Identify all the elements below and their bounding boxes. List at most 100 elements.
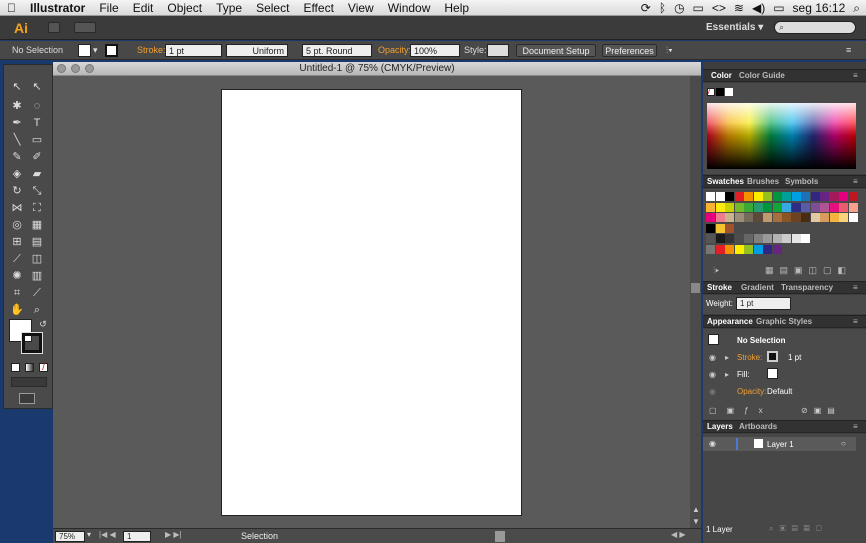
zoom-field[interactable]: 75%: [55, 531, 85, 542]
panel-menu-icon[interactable]: ≡: [853, 283, 858, 292]
pen-tool-icon[interactable]: ✒: [10, 117, 24, 130]
color-swatch[interactable]: [763, 213, 772, 222]
color-swatch[interactable]: [772, 213, 782, 222]
visibility-eye-icon[interactable]: ◉: [709, 370, 716, 379]
target-icon[interactable]: ○: [841, 439, 846, 448]
tab-appearance[interactable]: Appearance: [707, 317, 753, 326]
symbol-sprayer-icon[interactable]: ✺: [10, 270, 24, 283]
menu-effect[interactable]: Effect: [296, 1, 340, 15]
color-swatch[interactable]: [715, 223, 725, 233]
blend-tool-icon[interactable]: ◫: [30, 253, 44, 266]
free-transform-icon[interactable]: ⛶: [30, 202, 44, 215]
color-swatch[interactable]: [734, 234, 744, 243]
color-swatch[interactable]: [782, 202, 791, 212]
color-swatch[interactable]: [753, 213, 763, 222]
scroll-thumb[interactable]: [691, 283, 700, 293]
color-swatch[interactable]: [715, 244, 725, 254]
color-swatch[interactable]: [839, 213, 848, 222]
menu-type[interactable]: Type: [209, 1, 249, 15]
type-tool-icon[interactable]: T: [30, 117, 44, 130]
appearance-opacity-label[interactable]: Opacity:: [737, 387, 766, 396]
tab-swatches[interactable]: Swatches: [707, 177, 744, 186]
color-swatch[interactable]: [706, 192, 715, 201]
lasso-icon[interactable]: ◌: [30, 100, 44, 113]
spotlight-icon[interactable]: ⌕: [853, 1, 860, 16]
white-swatch[interactable]: [725, 88, 733, 96]
paintbrush-icon[interactable]: ✎: [10, 151, 24, 164]
color-mode-icon[interactable]: [11, 363, 20, 372]
volume-icon[interactable]: ◀): [752, 1, 765, 15]
tab-symbols[interactable]: Symbols: [785, 177, 818, 186]
stroke-color-icon[interactable]: [21, 332, 43, 354]
menu-file[interactable]: File: [92, 1, 125, 15]
perspective-grid-icon[interactable]: ▦: [30, 219, 44, 232]
color-swatch[interactable]: [848, 213, 858, 222]
variable-width-profile[interactable]: Uniform: [226, 44, 288, 57]
eyedropper-icon[interactable]: ⟋: [10, 253, 24, 266]
color-swatch[interactable]: [829, 213, 839, 222]
zoom-tool-icon[interactable]: ⌕: [30, 304, 44, 317]
expand-arrow-icon[interactable]: ▸: [725, 353, 729, 362]
tab-color-guide[interactable]: Color Guide: [739, 71, 785, 80]
color-swatch[interactable]: [744, 244, 753, 254]
color-swatch[interactable]: [772, 234, 782, 243]
direct-selection-tool-icon[interactable]: ↖: [30, 81, 44, 94]
rotate-tool-icon[interactable]: ↻: [10, 185, 24, 198]
visibility-eye-icon[interactable]: ◉: [709, 353, 716, 362]
screen-mode-icon[interactable]: [19, 393, 35, 404]
brush-definition[interactable]: 5 pt. Round: [302, 44, 372, 57]
color-swatch[interactable]: [772, 202, 782, 212]
layer-name[interactable]: Layer 1: [767, 440, 794, 449]
swatch-actions-icon[interactable]: ▦▤▣◫▢◧: [765, 265, 852, 276]
color-swatch[interactable]: [839, 202, 848, 212]
scroll-left-icon[interactable]: ◀ ▶: [671, 530, 686, 539]
appearance-stroke-swatch[interactable]: [767, 351, 778, 362]
opacity-label[interactable]: Opacity:: [378, 44, 411, 57]
close-window-icon[interactable]: [57, 64, 66, 73]
stroke-weight-field[interactable]: 1 pt: [165, 44, 222, 57]
horizontal-scroll-thumb[interactable]: [495, 531, 505, 542]
color-swatch[interactable]: [848, 192, 858, 201]
magic-wand-icon[interactable]: ✱: [10, 100, 24, 113]
clock[interactable]: seg 16:12: [793, 1, 846, 15]
color-swatch[interactable]: [706, 213, 715, 222]
wifi-icon[interactable]: ≋: [734, 1, 744, 15]
tab-transparency[interactable]: Transparency: [781, 283, 833, 292]
graphic-style-picker[interactable]: [487, 44, 509, 57]
color-swatch[interactable]: [744, 234, 753, 243]
eraser-icon[interactable]: ▰: [30, 168, 44, 181]
color-swatch[interactable]: [801, 202, 810, 212]
swap-fill-stroke-icon[interactable]: ↺: [36, 318, 50, 331]
color-swatch[interactable]: [763, 244, 772, 254]
color-swatch[interactable]: [763, 202, 772, 212]
tab-artboards[interactable]: Artboards: [739, 422, 777, 431]
color-swatch[interactable]: [715, 213, 725, 222]
color-swatch[interactable]: [829, 192, 839, 201]
color-swatch[interactable]: [744, 213, 753, 222]
chevron-down-icon[interactable]: ▾: [93, 44, 98, 57]
pencil-icon[interactable]: ✐: [30, 151, 44, 164]
color-swatch[interactable]: [782, 213, 791, 222]
scroll-up-icon[interactable]: ▲: [692, 505, 700, 514]
panel-menu-icon[interactable]: ≡: [853, 422, 858, 431]
menu-edit[interactable]: Edit: [126, 1, 161, 15]
color-swatch[interactable]: [820, 202, 829, 212]
panel-menu-icon[interactable]: ≡: [853, 71, 858, 80]
fill-swatch[interactable]: [78, 44, 91, 57]
artboard-number-field[interactable]: 1: [123, 531, 151, 542]
color-spectrum[interactable]: [707, 103, 856, 169]
arrange-documents-button[interactable]: [74, 22, 96, 33]
color-swatch[interactable]: [753, 192, 763, 201]
opacity-field[interactable]: 100%: [410, 44, 460, 57]
color-swatch[interactable]: [734, 202, 744, 212]
color-swatch[interactable]: [725, 223, 734, 233]
color-swatch[interactable]: [706, 223, 715, 233]
artboard-tool-icon[interactable]: ⌗: [10, 287, 24, 300]
zoom-window-icon[interactable]: [85, 64, 94, 73]
first-artboard-icon[interactable]: |◀ ◀: [99, 530, 116, 539]
code-icon[interactable]: <>: [712, 1, 726, 15]
color-swatch[interactable]: [763, 192, 772, 201]
layers-actions-icon[interactable]: ⌕▣▤▦▢: [769, 524, 828, 534]
none-mode-icon[interactable]: /: [39, 363, 48, 372]
color-swatch[interactable]: [772, 244, 782, 254]
